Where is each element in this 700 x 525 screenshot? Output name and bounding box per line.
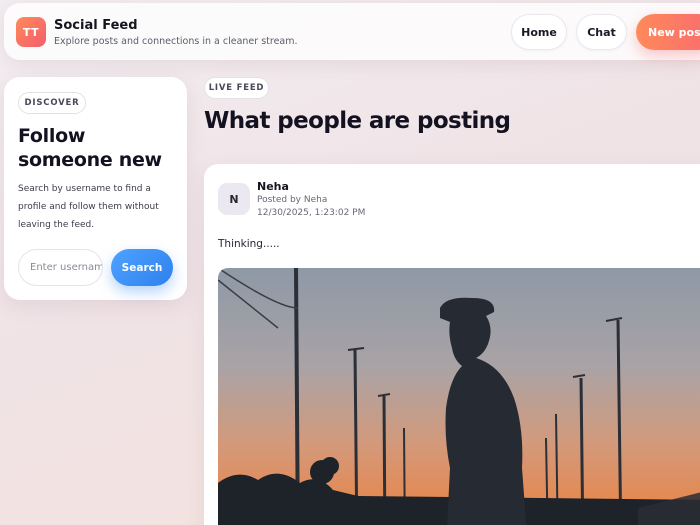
discover-card: DISCOVER Follow someone new Search by us… <box>4 77 187 300</box>
search-button[interactable]: Search <box>111 249 173 286</box>
post-image[interactable] <box>218 268 700 525</box>
app-title: Social Feed <box>54 18 138 33</box>
post-card: N Neha Posted by Neha 12/30/2025, 1:23:0… <box>204 164 700 525</box>
post-posted-by: Posted by Neha <box>257 195 328 205</box>
post-timestamp: 12/30/2025, 1:23:02 PM <box>257 208 366 218</box>
discover-title: Follow someone new <box>18 125 162 171</box>
post-author-name[interactable]: Neha <box>257 180 289 193</box>
app-logo: TT <box>16 17 46 47</box>
discover-badge: DISCOVER <box>18 92 86 114</box>
app-subtitle: Explore posts and connections in a clean… <box>54 36 298 47</box>
feed-title: What people are posting <box>204 108 511 134</box>
discover-description: Search by username to find a profile and… <box>18 184 159 230</box>
post-text: Thinking..... <box>218 238 280 250</box>
home-button[interactable]: Home <box>511 14 567 50</box>
silhouette-sunset-photo <box>218 268 700 525</box>
avatar[interactable]: N <box>218 183 250 215</box>
live-feed-badge: LIVE FEED <box>204 77 269 99</box>
new-post-button[interactable]: New post <box>636 14 700 50</box>
top-bar: TT Social Feed Explore posts and connect… <box>4 3 700 60</box>
username-search-input[interactable] <box>18 249 103 286</box>
chat-button[interactable]: Chat <box>576 14 627 50</box>
